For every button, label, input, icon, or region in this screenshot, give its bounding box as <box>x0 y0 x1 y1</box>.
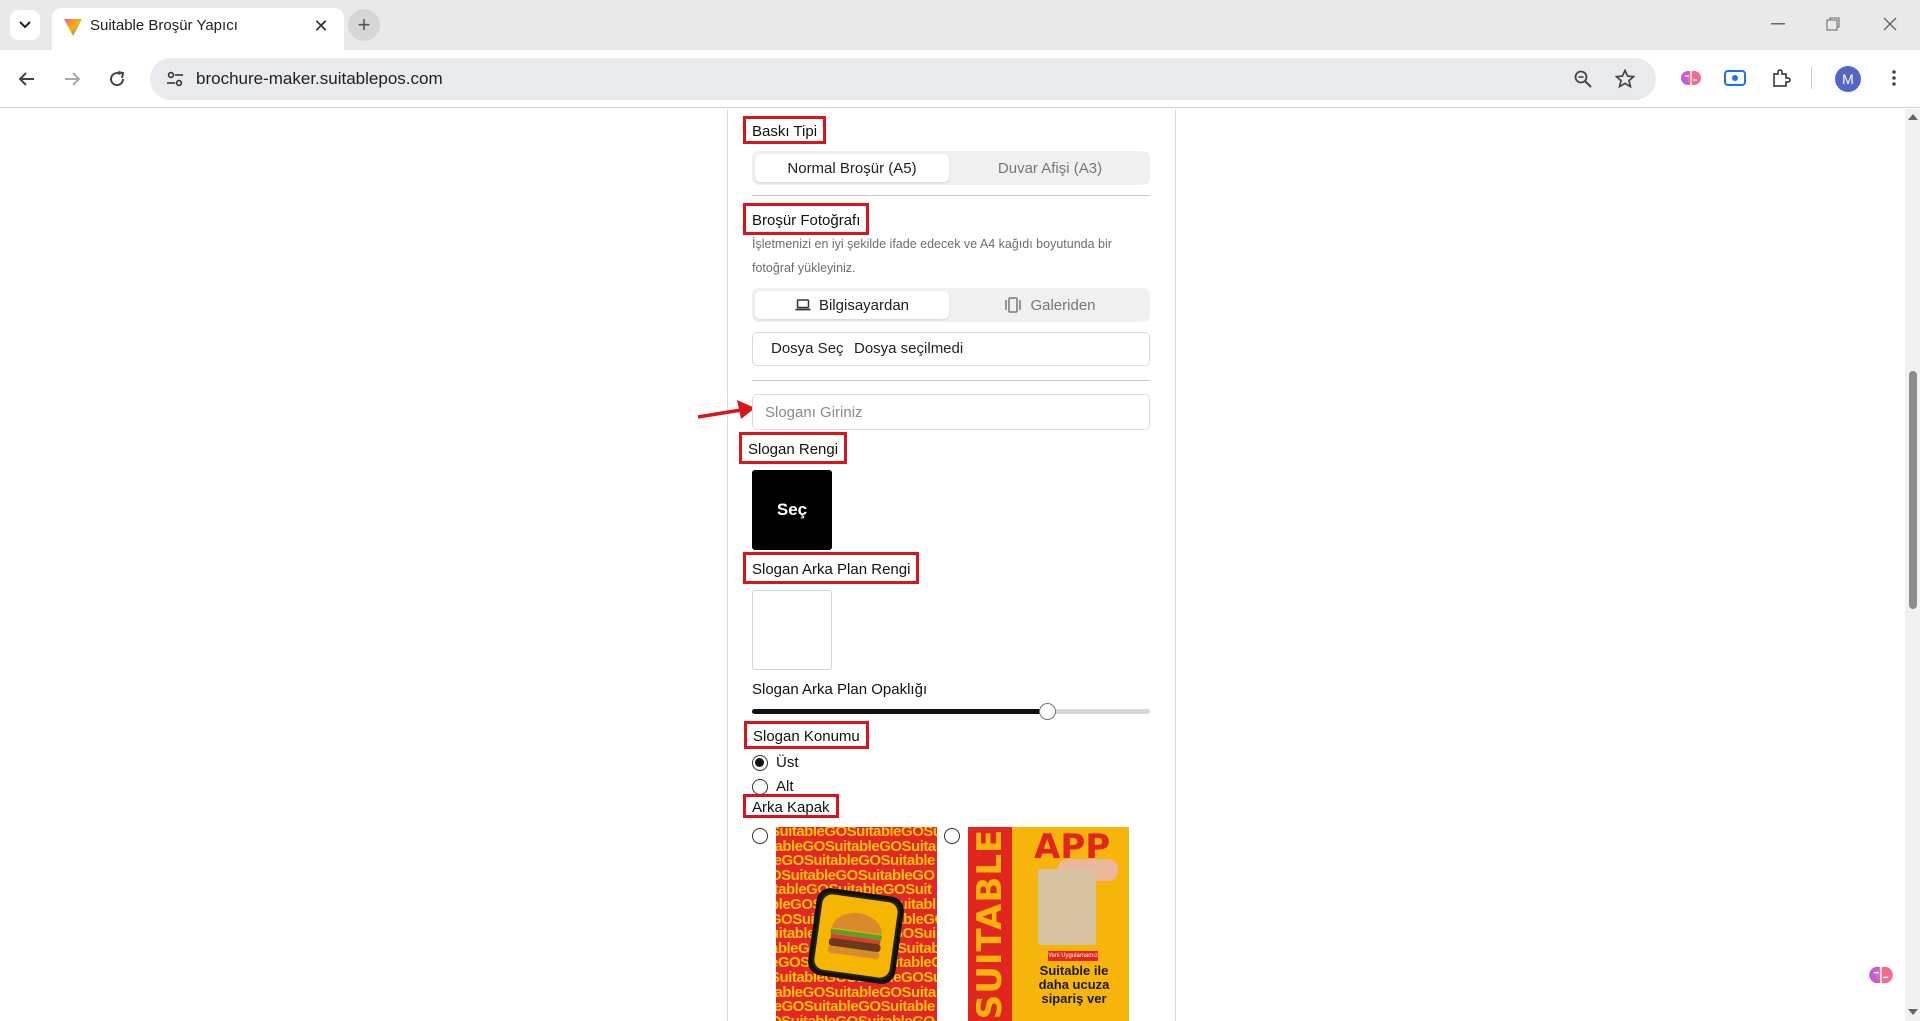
source-computer-option[interactable]: Bilgisayardan <box>755 291 949 319</box>
close-icon[interactable]: ✕ <box>310 15 332 37</box>
tab-strip: Suitable Broşür Yapıcı ✕ + <box>0 0 1920 50</box>
burger-icon <box>827 912 883 960</box>
slider-thumb[interactable] <box>1038 703 1056 720</box>
divider <box>752 380 1150 381</box>
back-cover-label: Arka Kapak <box>743 794 839 818</box>
panel-left-border <box>727 109 728 1021</box>
page-scrollbar[interactable] <box>1905 109 1920 1021</box>
slogan-color-picker[interactable]: Seç <box>752 470 832 550</box>
position-top-radio[interactable] <box>752 755 768 771</box>
gallery-icon <box>1005 297 1022 313</box>
back-cover-2-radio[interactable] <box>944 828 960 844</box>
back-icon[interactable] <box>11 63 43 95</box>
floating-brain-icon[interactable] <box>1868 962 1894 988</box>
slogan-position-label: Slogan Konumu <box>744 721 869 749</box>
brochure-photo-label: Broşür Fotoğrafı <box>743 203 870 235</box>
slogan-bg-opacity-slider[interactable] <box>752 703 1150 720</box>
url-text: brochure-maker.suitablepos.com <box>196 69 443 88</box>
extensions-puzzle-icon[interactable] <box>1767 64 1795 92</box>
cover-side-text: SUITABLE <box>970 828 1011 1020</box>
print-type-a5-option[interactable]: Normal Broşür (A5) <box>755 154 949 182</box>
choose-file-button[interactable]: Dosya Seç <box>771 340 844 357</box>
position-bottom-radio[interactable] <box>752 779 768 795</box>
scroll-down-icon[interactable] <box>1908 1009 1918 1015</box>
photo-source-toggle: Bilgisayardan Galeriden <box>752 288 1150 322</box>
browser-toolbar: brochure-maker.suitablepos.com <box>0 50 1920 108</box>
slider-fill <box>752 709 1047 714</box>
laptop-icon <box>795 299 811 311</box>
burger-image <box>806 886 906 986</box>
reload-icon[interactable] <box>101 63 133 95</box>
source-computer-label: Bilgisayardan <box>818 296 910 314</box>
screen-capture-icon[interactable] <box>1721 64 1749 92</box>
scroll-thumb[interactable] <box>1909 371 1917 609</box>
position-bottom-label: Alt <box>776 778 794 795</box>
source-gallery-option[interactable]: Galeriden <box>953 291 1147 319</box>
cover-promo-text: Suitable ile daha ucuza sipariş ver <box>1038 963 1110 1006</box>
forward-icon[interactable] <box>56 63 88 95</box>
slogan-input[interactable] <box>752 394 1150 430</box>
file-input[interactable]: Dosya Seç Dosya seçilmedi <box>752 332 1150 366</box>
print-type-label: Baskı Tipi <box>743 116 827 144</box>
brain-extension-icon[interactable] <box>1677 64 1705 92</box>
scroll-up-icon[interactable] <box>1908 114 1918 120</box>
brochure-photo-hint: İşletmenizi en iyi şekilde ifade edecek … <box>752 237 1112 275</box>
back-cover-2-image[interactable]: SUITABLE APP Yeni Uygulamamız Suitable i… <box>968 827 1129 1021</box>
toolbar-separator <box>1811 67 1812 89</box>
site-favicon-icon <box>64 19 82 36</box>
slogan-color-label: Slogan Rengi <box>739 432 848 464</box>
more-menu-icon[interactable] <box>1880 64 1908 92</box>
back-cover-1-radio[interactable] <box>752 828 768 844</box>
bag-image <box>1038 869 1096 945</box>
print-type-toggle: Normal Broşür (A5) Duvar Afişi (A3) <box>752 151 1150 185</box>
minimize-icon[interactable] <box>1760 10 1796 38</box>
plus-icon[interactable]: + <box>348 9 380 41</box>
file-status-text: Dosya seçilmedi <box>854 340 964 357</box>
tab-search-icon[interactable] <box>10 10 40 40</box>
page-viewport: Baskı Tipi Normal Broşür (A5) Duvar Afiş… <box>0 109 1905 1021</box>
restore-icon[interactable] <box>1815 10 1851 38</box>
source-gallery-label: Galeriden <box>1030 296 1096 314</box>
tab-title: Suitable Broşür Yapıcı <box>90 17 238 34</box>
slogan-bg-opacity-label: Slogan Arka Plan Opaklığı <box>752 681 928 698</box>
slogan-bg-color-picker[interactable] <box>752 590 832 670</box>
slogan-bg-color-label: Slogan Arka Plan Rengi <box>743 552 920 584</box>
position-top-label: Üst <box>776 754 799 771</box>
divider <box>752 195 1150 196</box>
back-cover-1-image[interactable]: SuitableGOSuitableGOSu tableGOSuitableGOS… <box>776 827 937 1021</box>
site-settings-icon[interactable] <box>160 64 190 94</box>
window-close-icon[interactable] <box>1872 10 1908 38</box>
zoom-icon[interactable] <box>1570 66 1596 92</box>
cover-tag: Yeni Uygulamamız <box>1048 951 1098 961</box>
profile-avatar[interactable]: M <box>1835 66 1861 92</box>
annotation-arrow-icon <box>697 400 755 419</box>
active-tab[interactable]: Suitable Broşür Yapıcı ✕ <box>52 8 344 50</box>
bookmark-star-icon[interactable] <box>1612 66 1638 92</box>
address-bar[interactable]: brochure-maker.suitablepos.com <box>150 58 1656 100</box>
print-type-a3-option[interactable]: Duvar Afişi (A3) <box>953 154 1147 182</box>
panel-right-border <box>1175 109 1176 1021</box>
